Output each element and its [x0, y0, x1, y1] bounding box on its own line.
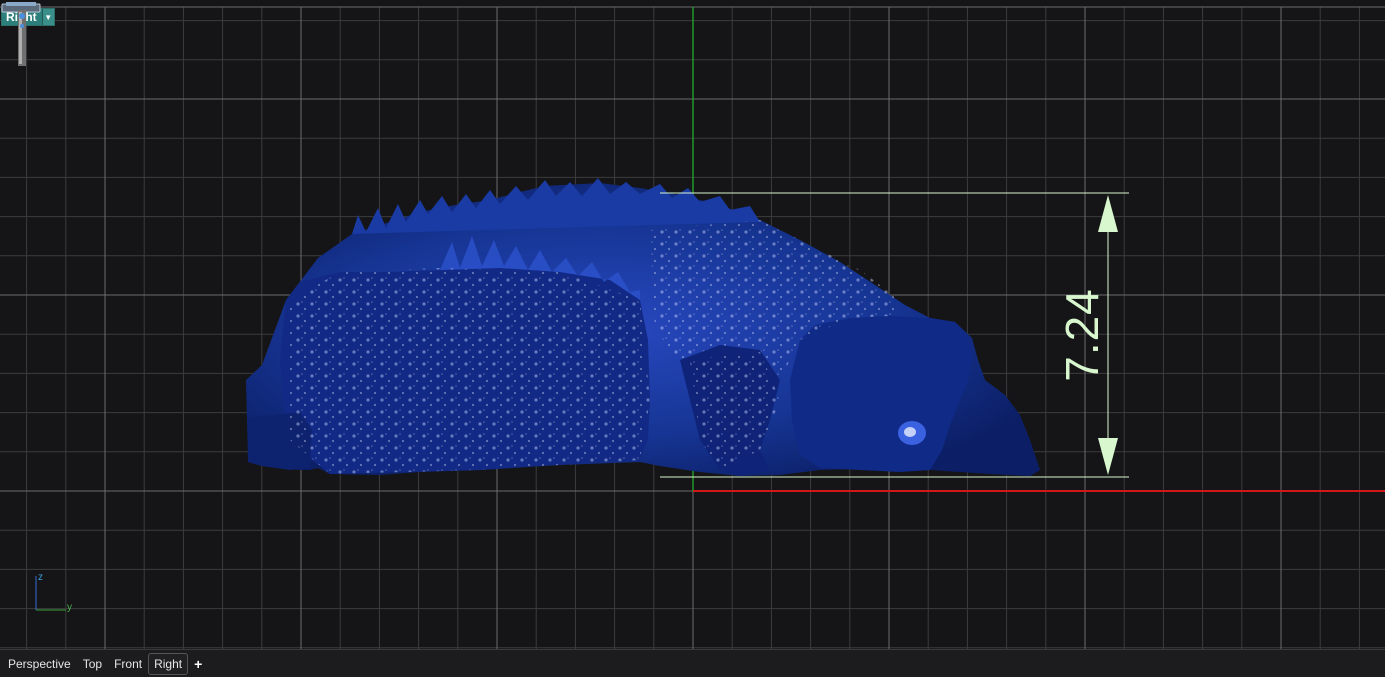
axis-z-label: z: [38, 572, 43, 583]
dimension-arrow-top: [1098, 195, 1118, 232]
dimension-arrow-bottom: [1098, 438, 1118, 475]
axis-y-label: y: [67, 602, 72, 613]
plus-icon[interactable]: +: [188, 656, 208, 672]
viewport-tab-bar: Perspective Top Front Right +: [0, 649, 1385, 677]
viewport-right[interactable]: Right ▼ 7.24 z y: [0, 0, 1385, 649]
dimension-value: 7.24: [1056, 288, 1108, 382]
chevron-down-icon[interactable]: ▼: [41, 9, 54, 25]
tab-front[interactable]: Front: [108, 654, 148, 674]
model-eye-shine: [904, 427, 916, 437]
axis-indicator: z y: [30, 572, 80, 618]
tab-top[interactable]: Top: [77, 654, 108, 674]
viewport-canvas[interactable]: [0, 0, 1385, 649]
crocodile-model[interactable]: [246, 178, 1040, 476]
gumball-widget-icon[interactable]: [0, 0, 42, 72]
tab-right[interactable]: Right: [148, 652, 189, 675]
tab-perspective[interactable]: Perspective: [2, 654, 77, 674]
